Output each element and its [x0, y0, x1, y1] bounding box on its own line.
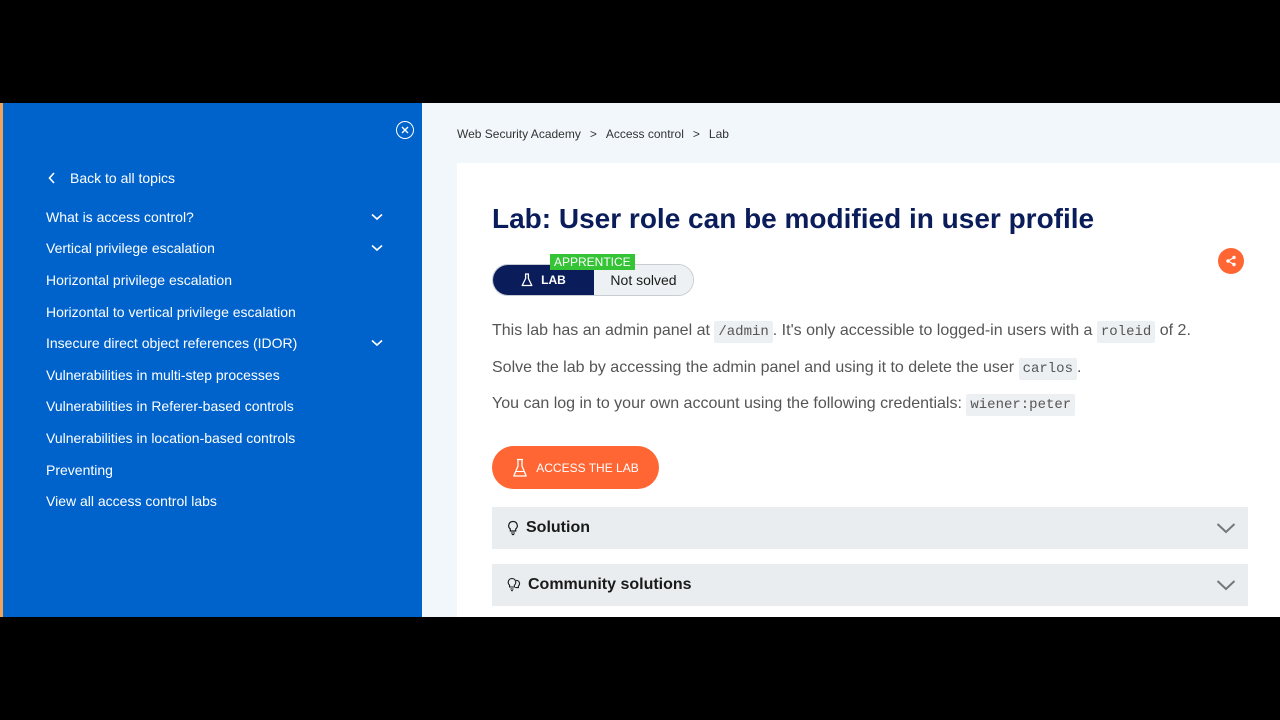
- sidebar-item-horizontal-to-vertical[interactable]: Horizontal to vertical privilege escalat…: [46, 296, 386, 328]
- lab-status: LAB Not solved APPRENTICE: [492, 254, 694, 296]
- community-solutions-accordion[interactable]: Community solutions: [492, 564, 1248, 606]
- solution-heading: Solution: [506, 519, 590, 537]
- sidebar-item-label: Vulnerabilities in Referer-based control…: [46, 398, 294, 415]
- breadcrumb-web-security-academy[interactable]: Web Security Academy: [457, 127, 581, 141]
- breadcrumb-separator: >: [589, 127, 597, 141]
- flask-icon: [513, 458, 528, 477]
- level-badge: APPRENTICE: [550, 254, 635, 270]
- lab-description-p2: Solve the lab by accessing the admin pan…: [492, 358, 1082, 380]
- text-span: .: [1076, 359, 1082, 376]
- topic-sidebar: Back to all topics What is access contro…: [0, 103, 422, 617]
- sidebar-item-label: View all access control labs: [46, 493, 217, 510]
- share-icon: [1226, 255, 1236, 267]
- chevron-down-icon[interactable]: [370, 336, 384, 350]
- sidebar-item-view-all-labs[interactable]: View all access control labs: [46, 485, 386, 517]
- community-solutions-heading: Community solutions: [506, 576, 692, 594]
- close-icon: [401, 126, 409, 134]
- text-span: This lab has an admin panel at: [492, 322, 715, 339]
- lightbulb-icon: [508, 520, 518, 536]
- sidebar-item-horizontal-privilege-escalation[interactable]: Horizontal privilege escalation: [46, 264, 386, 296]
- text-span: You can log in to your own account using…: [492, 395, 967, 412]
- sidebar-item-label: What is access control?: [46, 208, 194, 225]
- browser-viewport: Back to all topics What is access contro…: [0, 103, 1280, 617]
- sidebar-item-label: Horizontal privilege escalation: [46, 271, 232, 288]
- chevron-down-icon[interactable]: [1216, 522, 1236, 534]
- code-roleid: roleid: [1096, 321, 1156, 343]
- sidebar-item-what-is-access-control[interactable]: What is access control?: [46, 201, 386, 233]
- sidebar-item-preventing[interactable]: Preventing: [46, 454, 386, 486]
- sidebar-item-label: Preventing: [46, 461, 113, 478]
- access-the-lab-button[interactable]: ACCESS THE LAB: [492, 446, 659, 489]
- chevron-down-icon[interactable]: [370, 241, 384, 255]
- breadcrumb: Web Security Academy > Access control > …: [457, 127, 729, 141]
- sidebar-item-label: Vertical privilege escalation: [46, 240, 215, 257]
- sidebar-item-idor[interactable]: Insecure direct object references (IDOR): [46, 327, 386, 359]
- sidebar-item-vertical-privilege-escalation[interactable]: Vertical privilege escalation: [46, 233, 386, 265]
- topic-nav: What is access control? Vertical privile…: [46, 201, 386, 517]
- back-to-all-topics-link[interactable]: Back to all topics: [48, 170, 175, 186]
- lab-description-p3: You can log in to your own account using…: [492, 394, 1076, 416]
- sidebar-item-label: Insecure direct object references (IDOR): [46, 335, 298, 352]
- sidebar-item-label: Horizontal to vertical privilege escalat…: [46, 303, 296, 320]
- lab-type-text: LAB: [541, 273, 566, 287]
- sidebar-item-location-based-controls[interactable]: Vulnerabilities in location-based contro…: [46, 422, 386, 454]
- share-button[interactable]: [1218, 248, 1244, 274]
- code-carlos: carlos: [1018, 358, 1077, 380]
- lab-description-p1: This lab has an admin panel at /admin. I…: [492, 321, 1191, 343]
- chevron-down-icon[interactable]: [1216, 579, 1236, 591]
- sidebar-item-referer-based-controls[interactable]: Vulnerabilities in Referer-based control…: [46, 391, 386, 423]
- sidebar-item-multi-step-processes[interactable]: Vulnerabilities in multi-step processes: [46, 359, 386, 391]
- chevron-left-icon: [48, 172, 55, 184]
- chevron-down-icon[interactable]: [370, 210, 384, 224]
- breadcrumb-lab[interactable]: Lab: [709, 127, 729, 141]
- flask-icon: [521, 273, 533, 287]
- solution-label: Solution: [526, 519, 590, 536]
- sidebar-item-label: Vulnerabilities in multi-step processes: [46, 366, 280, 383]
- code-admin-path: /admin: [714, 321, 773, 343]
- community-solutions-label: Community solutions: [528, 576, 692, 593]
- text-span: of 2.: [1155, 322, 1191, 339]
- breadcrumb-access-control[interactable]: Access control: [606, 127, 684, 141]
- lab-card: Lab: User role can be modified in user p…: [457, 163, 1280, 617]
- access-button-label: ACCESS THE LAB: [536, 460, 639, 475]
- main-content: Web Security Academy > Access control > …: [422, 103, 1280, 617]
- code-credentials: wiener:peter: [966, 394, 1076, 416]
- breadcrumb-separator: >: [692, 127, 700, 141]
- page-title: Lab: User role can be modified in user p…: [492, 203, 1095, 234]
- back-link-label: Back to all topics: [70, 170, 176, 186]
- lightbulbs-icon: [507, 577, 521, 592]
- text-span: . It's only accessible to logged-in user…: [772, 322, 1097, 339]
- solution-accordion[interactable]: Solution: [492, 507, 1248, 549]
- sidebar-item-label: Vulnerabilities in location-based contro…: [46, 429, 296, 446]
- close-sidebar-button[interactable]: [396, 121, 414, 139]
- text-span: Solve the lab by accessing the admin pan…: [492, 359, 1019, 376]
